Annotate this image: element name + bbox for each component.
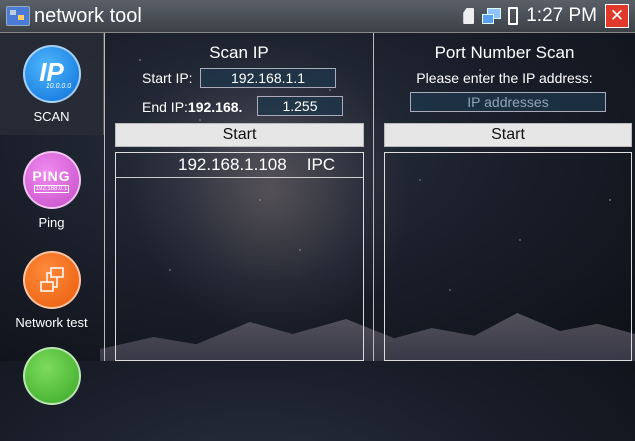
ping-icon: PING 192.168.0.1 — [22, 151, 81, 209]
sidebar-item-label: Ping — [38, 215, 65, 230]
sidebar-item-label: SCAN — [33, 109, 70, 124]
ip-address-placeholder: IP addresses — [467, 94, 549, 110]
result-ip: 192.168.1.108 — [178, 155, 287, 174]
clock-time: 1:27 PM — [526, 5, 597, 26]
app-title: network tool — [34, 4, 142, 27]
port-scan-start-button[interactable]: Start — [384, 123, 632, 147]
port-scan-title: Port Number Scan — [434, 43, 575, 62]
end-ip-prefix: 192.168. — [187, 99, 243, 115]
sd-card-icon — [463, 8, 475, 24]
sidebar: IP 10.0.0.0 SCAN PING 192.168.0.1 Ping N… — [0, 33, 104, 405]
list-item[interactable]: 192.168.1.108 IPC — [116, 153, 363, 178]
ip-address-input[interactable]: IP addresses — [410, 92, 606, 112]
scan-results-list[interactable]: 192.168.1.108 IPC — [115, 152, 364, 361]
result-type: IPC — [306, 155, 336, 174]
app-icon — [6, 6, 30, 26]
sidebar-divider — [104, 33, 105, 361]
title-bar: network tool 1:27 PM ✕ — [0, 0, 635, 33]
network-diagram-icon — [39, 267, 64, 292]
port-scan-prompt: Please enter the IP address: — [416, 70, 593, 86]
battery-icon — [508, 7, 519, 25]
end-ip-field[interactable]: 1.255 — [257, 96, 343, 116]
sidebar-item-network-test[interactable]: Network test — [0, 239, 103, 341]
start-ip-field[interactable]: 192.168.1.1 — [200, 68, 336, 88]
sidebar-item-scan[interactable]: IP 10.0.0.0 SCAN — [0, 33, 104, 135]
port-results-list[interactable] — [384, 152, 632, 361]
green-tool-icon — [22, 347, 81, 405]
end-ip-value: 1.255 — [282, 98, 318, 114]
sidebar-item-label: Network test — [15, 315, 88, 330]
close-button[interactable]: ✕ — [605, 4, 629, 28]
sidebar-item-green-tool[interactable] — [0, 339, 103, 441]
scan-ip-icon: IP 10.0.0.0 — [22, 45, 81, 103]
scan-ip-start-button[interactable]: Start — [115, 123, 364, 147]
sidebar-item-ping[interactable]: PING 192.168.0.1 Ping — [0, 139, 103, 241]
scan-ip-title: Scan IP — [209, 43, 269, 62]
status-area: 1:27 PM ✕ — [463, 4, 629, 28]
network-test-icon — [22, 251, 81, 309]
end-ip-label: End IP:192.168. — [142, 99, 243, 115]
network-icon — [482, 8, 502, 24]
start-ip-label: Start IP: — [142, 70, 193, 86]
start-ip-value: 192.168.1.1 — [231, 70, 305, 86]
